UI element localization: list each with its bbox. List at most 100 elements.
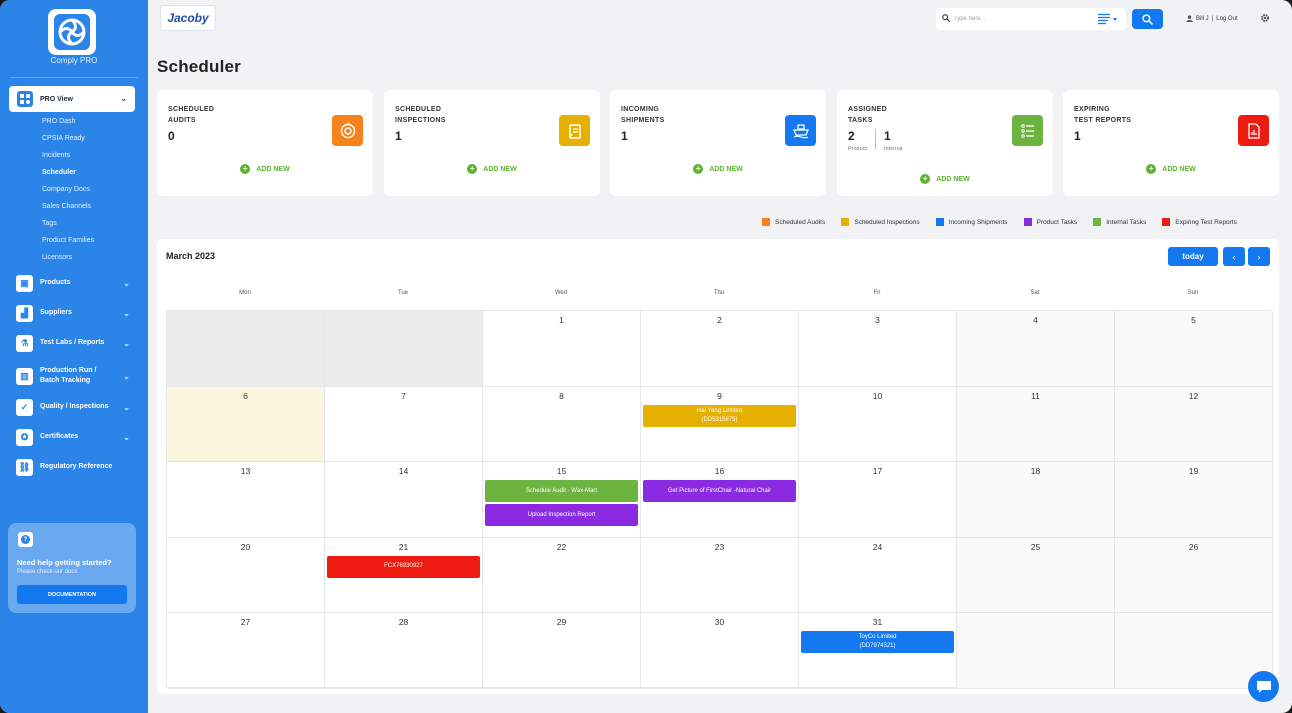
filter-menu-icon[interactable] bbox=[1098, 13, 1118, 25]
search-input[interactable] bbox=[954, 12, 1094, 26]
add-new-shipment-button[interactable]: + ADD NEW bbox=[610, 164, 826, 174]
day-number: 13 bbox=[240, 466, 251, 477]
gear-icon[interactable] bbox=[1260, 13, 1270, 23]
calendar-event[interactable]: Upload Inspection Report bbox=[485, 504, 638, 527]
sidebar-item-regulatory-reference[interactable]: ⛓ Regulatory Reference bbox=[16, 457, 134, 477]
add-new-audit-button[interactable]: + ADD NEW bbox=[157, 164, 373, 174]
calendar-day-cell[interactable]: 8 bbox=[483, 386, 641, 463]
calendar-day-cell[interactable]: 18 bbox=[957, 462, 1115, 538]
calendar-day-cell[interactable]: 23 bbox=[641, 537, 799, 614]
calendar-day-cell[interactable]: 27 bbox=[167, 613, 325, 689]
sidebar-item-company-docs[interactable]: Company Docs bbox=[42, 186, 90, 193]
calendar-day-cell[interactable]: 29 bbox=[483, 613, 641, 689]
calendar-day-cell[interactable]: 30 bbox=[641, 613, 799, 689]
calendar-grid: 1 2 3 4 5 6 7 8 9 10 11 12 13 14 15 16 17 18 19 20 21 22 23 24 2… bbox=[166, 310, 1273, 689]
sidebar-item-test-labs[interactable]: ⚗ Test Labs / Reports ⌄ bbox=[16, 333, 134, 353]
user-name[interactable]: Bill J bbox=[1196, 16, 1209, 22]
day-number: 16 bbox=[714, 466, 725, 477]
calendar-day-cell[interactable]: 26 bbox=[1115, 537, 1273, 614]
calendar-day-cell[interactable]: 20 bbox=[167, 537, 325, 614]
calendar-day-cell[interactable]: 12 bbox=[1115, 386, 1273, 463]
sidebar-item-label: Suppliers bbox=[40, 309, 72, 316]
calendar-day-cell[interactable]: 14 bbox=[325, 462, 483, 538]
calendar-day-cell[interactable]: 19 bbox=[1115, 462, 1273, 538]
calendar-day-cell[interactable]: 10 bbox=[799, 386, 957, 463]
event-reference: (DD5315875) bbox=[701, 416, 738, 423]
search-box bbox=[936, 8, 1126, 30]
sidebar-item-licensors[interactable]: Licensors bbox=[42, 254, 72, 261]
calendar-event[interactable]: Hai Yang Limited (DD5315875) bbox=[643, 404, 796, 427]
calendar-day-cell[interactable]: 6 bbox=[167, 386, 325, 463]
legend-swatch bbox=[841, 218, 850, 226]
pro-view-menu[interactable]: PRO View ⌄ bbox=[9, 86, 135, 112]
day-number: 6 bbox=[243, 390, 248, 401]
app-window: Comply PRO PRO View ⌄ PRO Dash CPSIA Rea… bbox=[0, 0, 1292, 713]
sidebar-item-label: Products bbox=[40, 279, 71, 286]
day-number: 8 bbox=[559, 390, 564, 401]
calendar-day-cell[interactable]: 11 bbox=[957, 386, 1115, 463]
event-title: Upload Inspection Report bbox=[527, 511, 596, 518]
sidebar-item-production-run[interactable]: ▥ Production Run / Batch Tracking ⌄ bbox=[16, 365, 134, 387]
calendar-day-cell[interactable]: 17 bbox=[799, 462, 957, 538]
user-icon bbox=[1186, 15, 1193, 22]
product-task-label: Product bbox=[848, 146, 867, 152]
calendar-day-cell[interactable]: 5 bbox=[1115, 311, 1273, 387]
help-panel: ? Need help getting started? Please chec… bbox=[8, 523, 136, 613]
day-number: 7 bbox=[401, 390, 406, 401]
add-new-report-button[interactable]: + ADD NEW bbox=[1063, 164, 1279, 174]
calendar-day-cell[interactable]: 25 bbox=[957, 537, 1115, 614]
calendar-event[interactable]: ToyCo Limited (DD7974321) bbox=[801, 631, 954, 654]
calendar-event[interactable]: Get Picture of FirstChair -Natural Chair bbox=[643, 480, 796, 503]
sidebar-item-suppliers[interactable]: ▟ Suppliers ⌄ bbox=[16, 303, 134, 323]
calendar-day-cell[interactable]: 2 bbox=[641, 311, 799, 387]
sidebar-item-scheduler[interactable]: Scheduler bbox=[42, 169, 76, 176]
chevron-down-icon: ⌄ bbox=[123, 432, 130, 442]
calendar-day-cell[interactable]: 1 bbox=[483, 311, 641, 387]
calendar-event[interactable]: FCX76930927 bbox=[327, 555, 480, 578]
legend-swatch bbox=[935, 218, 944, 226]
calendar-day-cell[interactable] bbox=[167, 311, 325, 387]
report-icon bbox=[1238, 115, 1269, 146]
today-button[interactable]: today bbox=[1168, 247, 1218, 266]
calendar-day-cell[interactable]: 13 bbox=[167, 462, 325, 538]
add-new-task-button[interactable]: + ADD NEW bbox=[837, 174, 1053, 184]
legend-swatch bbox=[1093, 218, 1102, 226]
sidebar-item-tags[interactable]: Tags bbox=[42, 220, 57, 227]
calendar-day-cell[interactable]: 28 bbox=[325, 613, 483, 689]
help-icon: ? bbox=[18, 532, 33, 547]
sidebar-item-label: Production Run / Batch Tracking bbox=[40, 367, 97, 384]
search-button[interactable] bbox=[1132, 9, 1163, 29]
sidebar-item-sales-channels[interactable]: Sales Channels bbox=[42, 203, 91, 210]
calendar-day-cell[interactable] bbox=[957, 613, 1115, 689]
calendar-day-cell[interactable]: 24 bbox=[799, 537, 957, 614]
comply-pro-logo[interactable] bbox=[48, 9, 96, 55]
sidebar-item-pro-dash[interactable]: PRO Dash bbox=[42, 118, 75, 125]
event-title: ToyCo Limited bbox=[858, 634, 897, 641]
calendar-day-cell[interactable]: 3 bbox=[799, 311, 957, 387]
sidebar-item-products[interactable]: ▣ Products ⌄ bbox=[16, 273, 134, 293]
brand-logo[interactable]: Jacoby bbox=[160, 5, 216, 31]
chat-button[interactable] bbox=[1248, 671, 1279, 702]
add-new-inspection-button[interactable]: + ADD NEW bbox=[384, 164, 600, 174]
factory-icon: ▟ bbox=[16, 304, 33, 322]
day-number: 27 bbox=[240, 617, 251, 628]
plus-icon: + bbox=[240, 164, 251, 174]
logout-link[interactable]: Log Out bbox=[1216, 16, 1237, 22]
documentation-button[interactable]: DOCUMENTATION bbox=[17, 585, 127, 604]
calendar-day-cell[interactable]: 7 bbox=[325, 386, 483, 463]
event-title: Get Picture of FirstChair -Natural Chair bbox=[667, 487, 772, 494]
calendar-event[interactable]: Schedule Audit - Wax-Mart bbox=[485, 480, 638, 503]
sidebar-item-product-families[interactable]: Product Families bbox=[42, 237, 94, 244]
chevron-down-icon: ⌄ bbox=[123, 371, 130, 381]
calendar-day-cell[interactable]: 22 bbox=[483, 537, 641, 614]
sidebar-item-incidents[interactable]: Incidents bbox=[42, 152, 70, 159]
sidebar-item-certificates[interactable]: ✪ Certificates ⌄ bbox=[16, 427, 134, 447]
calendar-day-cell[interactable] bbox=[325, 311, 483, 387]
prev-month-button[interactable]: ‹ bbox=[1223, 247, 1245, 266]
sidebar-item-cpsia-ready[interactable]: CPSIA Ready bbox=[42, 135, 85, 142]
sidebar-item-quality-inspections[interactable]: ✓ Quality / Inspections ⌄ bbox=[16, 397, 134, 417]
calendar-day-cell[interactable]: 4 bbox=[957, 311, 1115, 387]
day-number: 22 bbox=[556, 541, 567, 552]
chevron-down-icon: ⌄ bbox=[123, 338, 130, 348]
next-month-button[interactable]: › bbox=[1248, 247, 1270, 266]
